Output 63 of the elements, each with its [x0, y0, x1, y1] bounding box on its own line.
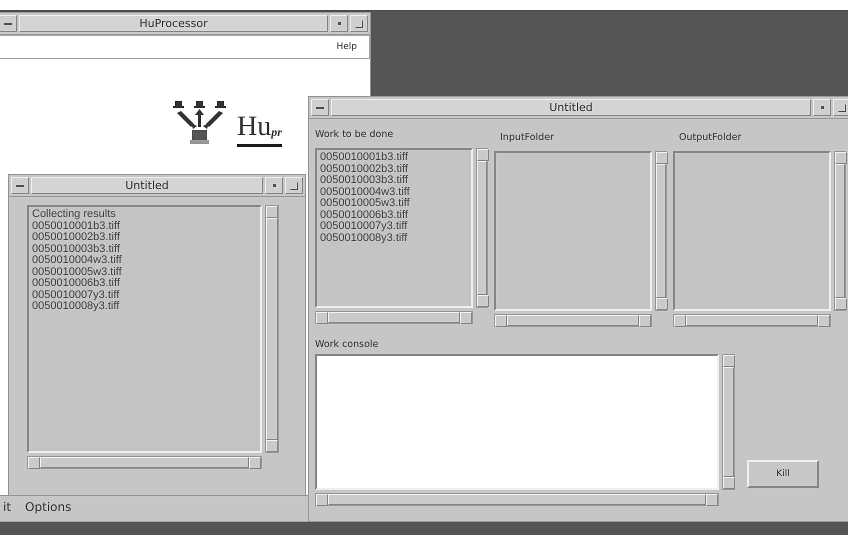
list-item[interactable]: 0050010001b3.tiff	[320, 152, 468, 164]
console-label: Work console	[315, 339, 380, 350]
vertical-scrollbar[interactable]	[834, 151, 846, 311]
logo-text: Hu	[237, 114, 272, 140]
window-title: Untitled	[31, 177, 263, 194]
minimize-icon	[338, 22, 340, 25]
window-menu-button[interactable]	[311, 99, 329, 116]
text-line: 0050010004w3.tiff	[32, 255, 123, 266]
results-text-area[interactable]: Collecting results 0050010001b3.tiff 0050010002b3.tiff 0050010003b3.tiff 0050010004w3.tiff 0050010005w3.tiff 0050010006b3.tiff 0050010007y3.tiff 0050010008y3.tiff	[27, 205, 262, 453]
dash-icon	[4, 22, 12, 26]
maximize-button[interactable]	[285, 177, 303, 194]
maximize-icon	[355, 20, 363, 28]
network-computers-icon	[171, 99, 229, 147]
dash-icon	[16, 184, 24, 188]
list-item[interactable]: 0050010003b3.tiff	[320, 175, 468, 186]
maximize-button[interactable]	[350, 15, 368, 32]
text-line: 0050010002b3.tiff	[32, 232, 121, 244]
horizontal-scrollbar[interactable]	[494, 314, 652, 327]
dash-icon	[316, 106, 324, 110]
horizontal-scrollbar[interactable]	[27, 456, 262, 469]
minimize-icon	[272, 184, 276, 187]
file-list[interactable]	[494, 151, 652, 311]
menu-item[interactable]: Options	[23, 500, 74, 514]
file-list[interactable]	[673, 151, 831, 311]
window-title: Untitled	[331, 99, 811, 116]
vertical-scrollbar[interactable]	[655, 151, 667, 311]
list-item[interactable]: 0050010005w3.tiff	[320, 198, 468, 210]
vertical-scrollbar[interactable]	[265, 205, 279, 453]
minimize-icon	[820, 106, 824, 109]
list-label: OutputFolder	[678, 131, 742, 143]
list-item[interactable]: 0050010004w3.tiff	[320, 186, 468, 198]
list-label: InputFolder	[499, 131, 555, 143]
window-title: HuProcessor	[19, 15, 328, 32]
text-line: 0050010006b3.tiff	[32, 278, 121, 290]
text-line: 0050010008y3.tiff	[32, 301, 120, 312]
list-label: Work to be done	[315, 129, 394, 140]
window-menu-button[interactable]	[11, 177, 29, 194]
menu-item[interactable]: Help	[334, 42, 359, 52]
list-item[interactable]: 0050010006b3.tiff	[320, 210, 468, 221]
text-line: Collecting results	[32, 209, 117, 220]
list-item[interactable]: 0050010008y3.tiff	[320, 232, 468, 244]
horizontal-scrollbar[interactable]	[315, 311, 473, 324]
text-line: 0050010003b3.tiff	[32, 244, 121, 255]
vertical-scrollbar[interactable]	[722, 354, 735, 490]
vertical-scrollbar[interactable]	[476, 148, 488, 308]
maximize-icon	[290, 182, 298, 190]
logo-subtext: pr	[271, 125, 282, 140]
minimize-button[interactable]	[330, 15, 348, 32]
horizontal-scrollbar[interactable]	[673, 314, 831, 327]
kill-button[interactable]: Kill	[747, 460, 819, 488]
text-line: 0050010007y3.tiff	[32, 290, 120, 301]
file-list[interactable]: 0050010001b3.tiff 0050010002b3.tiff 0050010003b3.tiff 0050010004w3.tiff 0050010005w3.tiff 0050010006b3.tiff 0050010007y3.tiff 0050010008y3.tiff	[315, 148, 473, 308]
text-line: 0050010005w3.tiff	[32, 266, 123, 278]
maximize-button[interactable]	[833, 99, 848, 116]
list-item[interactable]: 0050010002b3.tiff	[320, 164, 468, 175]
text-line: 0050010001b3.tiff	[32, 220, 121, 232]
menu-item[interactable]: it	[1, 500, 14, 514]
maximize-icon	[838, 104, 846, 112]
window-menu-button[interactable]	[0, 15, 17, 32]
minimize-button[interactable]	[813, 99, 831, 116]
horizontal-scrollbar[interactable]	[315, 493, 719, 506]
list-item[interactable]: 0050010007y3.tiff	[320, 221, 468, 232]
minimize-button[interactable]	[265, 177, 283, 194]
